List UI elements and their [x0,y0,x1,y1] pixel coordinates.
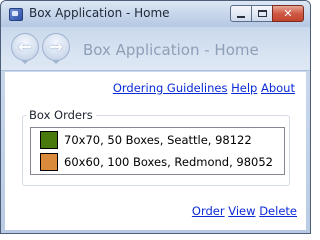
window-title: Box Application - Home [29,6,170,20]
maximize-icon [257,10,267,17]
back-history-dropdown-icon[interactable] [21,60,29,64]
close-icon: ✕ [283,7,293,20]
page-content: Ordering Guidelines Help About Box Order… [5,72,306,230]
app-window: Box Application - Home ✕ ← → Box Applica… [0,0,311,234]
order-link[interactable]: Order [192,204,225,218]
about-link[interactable]: About [261,81,295,95]
top-links: Ordering Guidelines Help About [113,81,295,95]
title-bar[interactable]: Box Application - Home ✕ [1,1,310,27]
minimize-icon [237,15,245,18]
delete-link[interactable]: Delete [259,204,297,218]
list-item[interactable]: 60x60, 100 Boxes, Redmond, 98052 [35,151,280,173]
color-swatch [40,131,58,149]
order-description: 70x70, 50 Boxes, Seattle, 98122 [64,133,252,147]
help-link[interactable]: Help [231,81,257,95]
box-orders-group-label: Box Orders [26,108,96,122]
forward-button[interactable]: → [42,33,70,61]
maximize-button[interactable] [251,5,273,22]
caption-buttons: ✕ [230,5,304,22]
view-link[interactable]: View [228,204,255,218]
minimize-button[interactable] [230,5,252,22]
order-description: 60x60, 100 Boxes, Redmond, 98052 [64,155,273,169]
page-title: Box Application - Home [83,41,259,59]
close-button[interactable]: ✕ [272,5,304,22]
back-button[interactable]: ← [11,33,39,61]
list-item[interactable]: 70x70, 50 Boxes, Seattle, 98122 [35,129,280,151]
ordering-guidelines-link[interactable]: Ordering Guidelines [113,81,228,95]
color-swatch [40,153,58,171]
forward-history-dropdown-icon[interactable] [52,60,60,64]
bottom-links: Order View Delete [192,204,297,218]
arrow-right-icon: → [49,37,63,56]
box-orders-list[interactable]: 70x70, 50 Boxes, Seattle, 98122 60x60, 1… [30,127,285,175]
navigation-bar: ← → Box Application - Home [1,27,310,71]
app-icon [9,8,23,21]
arrow-left-icon: ← [18,37,32,56]
